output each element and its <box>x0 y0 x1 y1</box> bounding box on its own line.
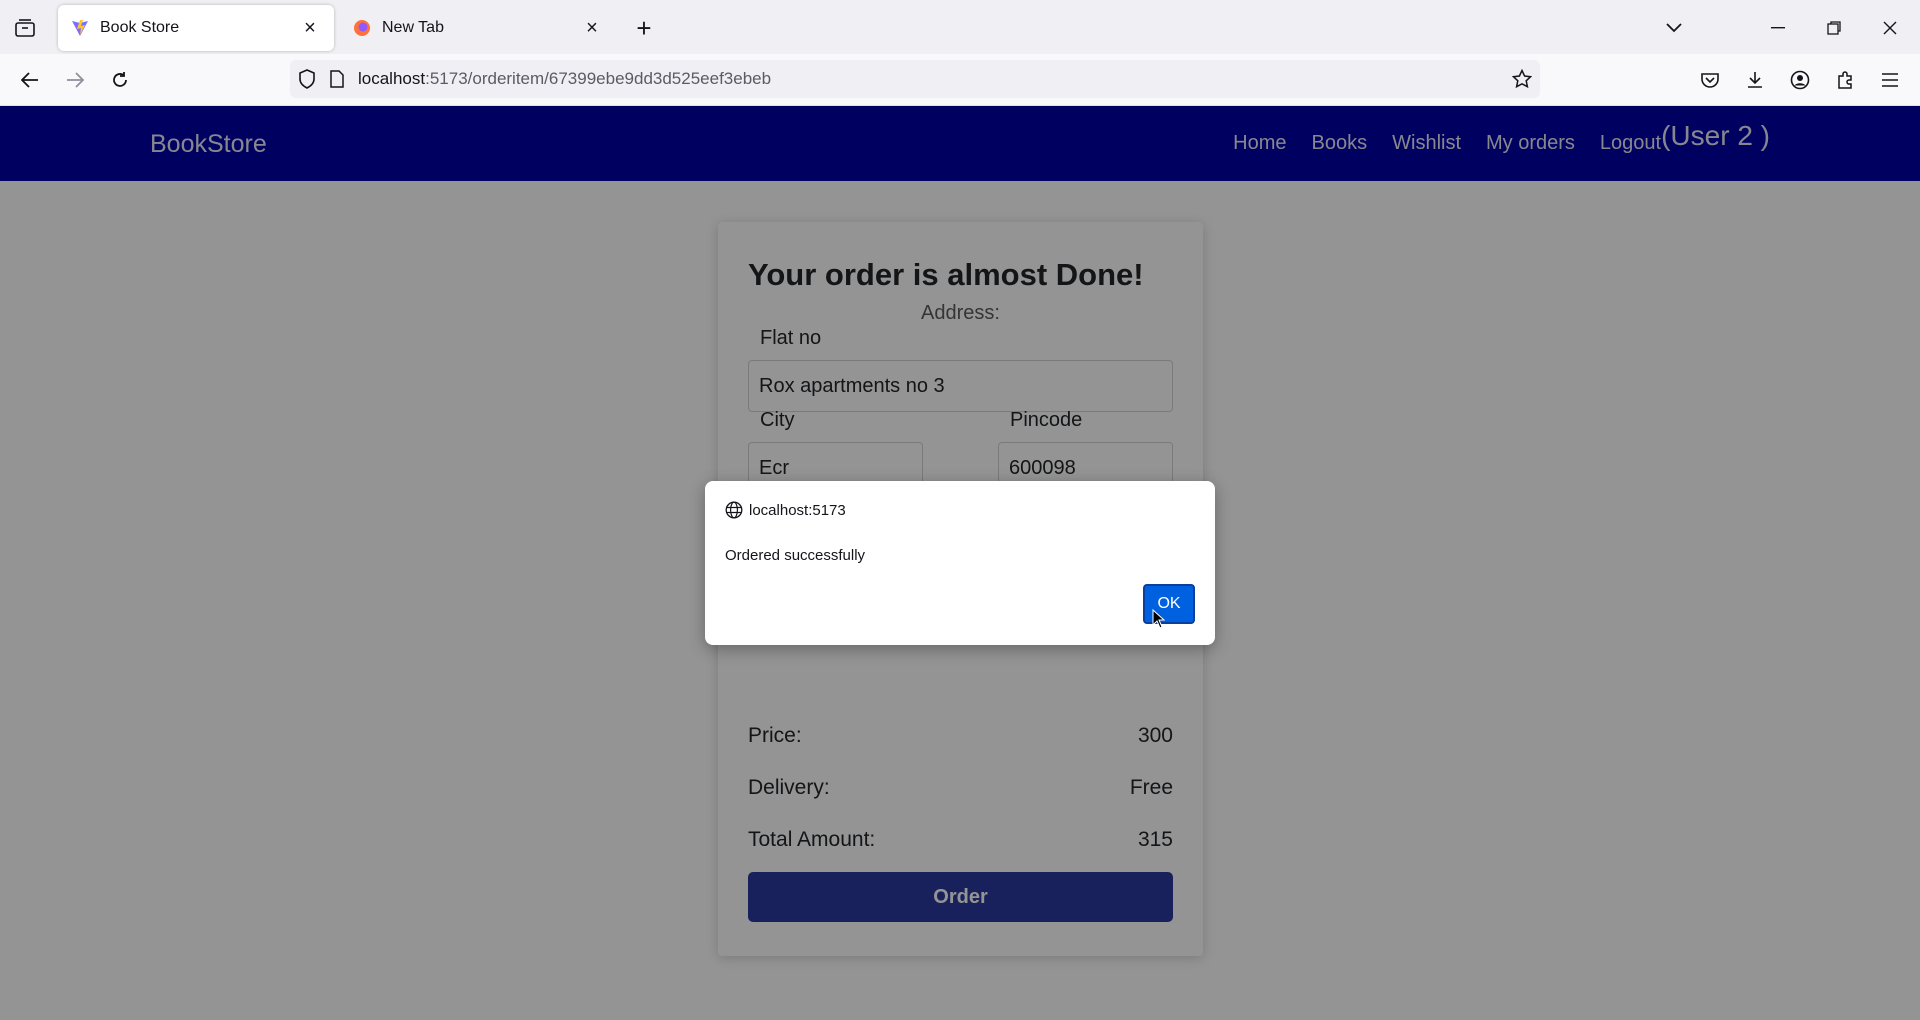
chevron-down-icon[interactable] <box>1660 14 1688 42</box>
extensions-icon[interactable] <box>1831 66 1859 94</box>
account-icon[interactable] <box>1786 66 1814 94</box>
back-icon[interactable] <box>16 66 44 94</box>
tab-list-icon[interactable] <box>12 15 38 41</box>
browser-tab-bar: Book Store × New Tab × + <box>0 0 1920 54</box>
bookmark-star-icon[interactable] <box>1512 69 1532 89</box>
tab-new-tab[interactable]: New Tab × <box>340 5 616 51</box>
dialog-origin: localhost:5173 <box>725 501 846 519</box>
restore-icon[interactable] <box>1820 14 1848 42</box>
mouse-pointer-icon <box>1152 608 1166 634</box>
vite-icon <box>70 18 90 38</box>
page-icon[interactable] <box>330 70 344 88</box>
firefox-icon <box>352 18 372 38</box>
minimize-icon[interactable] <box>1764 14 1792 42</box>
dialog-message: Ordered successfully <box>725 547 866 564</box>
url-path: :5173/orderitem/67399ebe9dd3d525eef3ebeb <box>425 69 772 88</box>
alert-dialog: localhost:5173 Ordered successfully OK <box>705 481 1215 645</box>
address-bar[interactable]: localhost:5173/orderitem/67399ebe9dd3d52… <box>290 60 1540 98</box>
ok-button[interactable]: OK <box>1143 584 1195 624</box>
shield-icon[interactable] <box>298 69 316 89</box>
download-icon[interactable] <box>1741 66 1769 94</box>
menu-icon[interactable] <box>1876 66 1904 94</box>
new-tab-icon[interactable]: + <box>630 13 658 43</box>
close-tab-icon[interactable]: × <box>580 16 604 40</box>
url-host: localhost <box>358 69 426 88</box>
close-window-icon[interactable] <box>1876 14 1904 42</box>
dialog-origin-text: localhost:5173 <box>749 501 846 519</box>
tab-title: New Tab <box>382 19 444 36</box>
pocket-icon[interactable] <box>1696 66 1724 94</box>
forward-icon[interactable] <box>61 66 89 94</box>
tab-title: Book Store <box>100 19 180 36</box>
reload-icon[interactable] <box>106 66 134 94</box>
close-tab-icon[interactable]: × <box>298 16 322 40</box>
browser-toolbar: localhost:5173/orderitem/67399ebe9dd3d52… <box>0 54 1920 106</box>
tab-book-store[interactable]: Book Store × <box>58 5 334 51</box>
globe-icon <box>725 501 743 519</box>
url-text: localhost:5173/orderitem/67399ebe9dd3d52… <box>358 69 771 89</box>
